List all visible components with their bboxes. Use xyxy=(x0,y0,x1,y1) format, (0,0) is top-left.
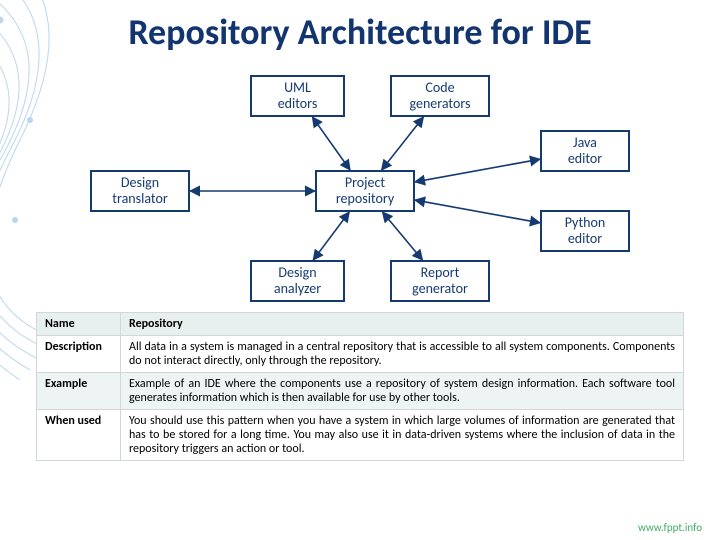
row-label: Description xyxy=(37,336,121,373)
node-project-repository: Project repository xyxy=(315,170,415,212)
node-design-translator: Design translator xyxy=(90,170,190,212)
page-title: Repository Architecture for IDE xyxy=(0,10,720,54)
node-java-editor: Java editor xyxy=(540,130,630,172)
node-code-generators: Code generators xyxy=(390,75,490,117)
node-report-generator: Report generator xyxy=(390,260,490,302)
node-design-analyzer: Design analyzer xyxy=(250,260,345,302)
node-uml-editors: UML editors xyxy=(250,75,345,117)
architecture-diagram: UML editors Code generators Design transla… xyxy=(85,70,645,310)
node-python-editor: Python editor xyxy=(540,210,630,252)
row-value: You should use this pattern when you hav… xyxy=(121,410,684,461)
table-header-value: Repository xyxy=(121,313,684,336)
row-label: When used xyxy=(37,410,121,461)
row-value: Example of an IDE where the components u… xyxy=(121,373,684,410)
pattern-table: Name Repository Description All data in … xyxy=(36,312,684,461)
row-value: All data in a system is managed in a cen… xyxy=(121,336,684,373)
row-label: Example xyxy=(37,373,121,410)
footer-link: www.fppt.info xyxy=(638,521,702,534)
table-header-label: Name xyxy=(37,313,121,336)
